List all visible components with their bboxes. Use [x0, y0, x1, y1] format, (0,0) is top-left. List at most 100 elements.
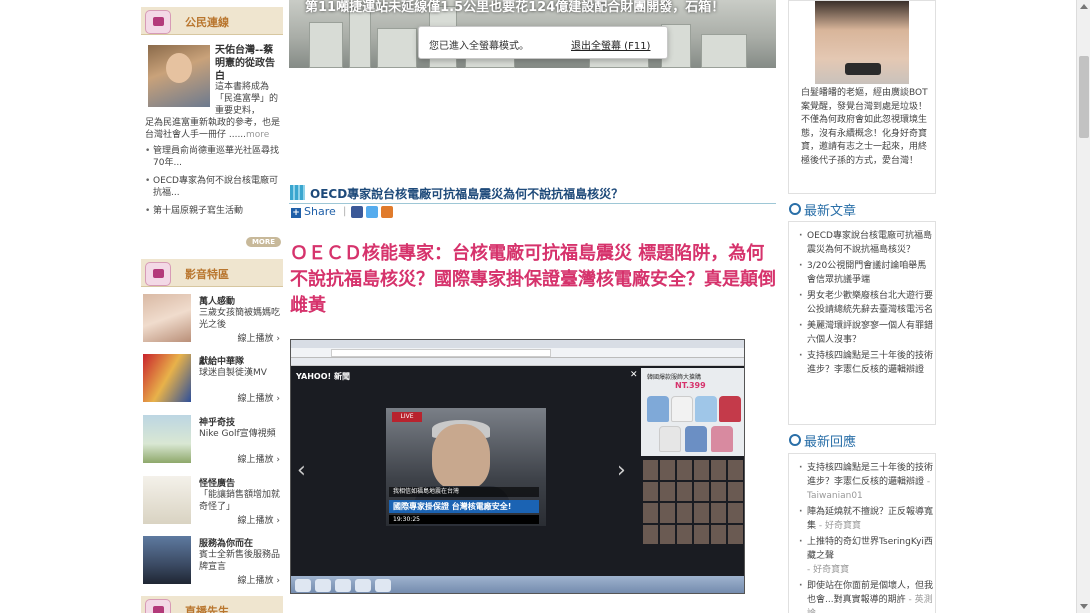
fullscreen-message: 您已進入全螢幕模式。: [429, 41, 529, 52]
banner-caption: 第11噸捷運站未延線僅1.5公里也要花124億建設配合財團開發，石箱！: [305, 0, 725, 15]
list-item[interactable]: 支持核四論點是三十年後的技術進步？李憲仁反核的邏輯辯證 - Taiwanian0…: [799, 461, 933, 503]
video-desc: 球迷自製徙漢MV: [199, 368, 267, 378]
citizen-section-header: 公民連線: [141, 7, 283, 35]
video-thumb-grid: [641, 458, 744, 546]
video-taskbar: [291, 576, 744, 593]
video-desc: 三歲女孩簡被媽媽吃光之後: [199, 308, 281, 330]
plurk-icon[interactable]: [381, 206, 393, 218]
scroll-down-icon[interactable]: [1080, 604, 1088, 609]
scrollbar-thumb[interactable]: [1079, 56, 1089, 138]
list-item[interactable]: OECD專家說台核電廠可抗福島震災為何不說抗福島核災？: [799, 229, 933, 257]
lead-story-excerpt: 這本書將成為「民進富學」的重要史料，: [215, 82, 279, 116]
list-item[interactable]: 美麗灣環評說寥寥一個人有罪錯六個人沒事？: [799, 319, 933, 347]
profile-photo[interactable]: [815, 1, 909, 84]
news-logo-badge: LIVE: [392, 412, 422, 422]
main-content: 第11噸捷運站未延線僅1.5公里也要花124億建設配合財團開發，石箱！ OECD…: [289, 0, 779, 613]
av-section-title: 影音特區: [185, 268, 229, 281]
video-desc: Nike Golf宣傳視頻: [199, 429, 276, 439]
embedded-screenshot-image[interactable]: YAHOO! 新聞 ✕ LIVE 我相信如福島地震在台灣 國際專家掛保證 台灣核…: [290, 339, 745, 594]
right-sidebar: 白髮皤皤的老嫗，經由廣談BOT案覺醒，發覺台灣到處是垃圾！ 不僅為何政府會如此忽…: [788, 0, 936, 613]
ad-text: 韓國爆款服飾大搶購: [647, 374, 702, 381]
play-link[interactable]: 線上播放 ›: [238, 513, 280, 526]
latest-replies-list: 支持核四論點是三十年後的技術進步？李憲仁反核的邏輯辯證 - Taiwanian0…: [799, 461, 933, 613]
video-item[interactable]: 萬人感動 三歲女孩簡被媽媽吃光之後 線上播放 ›: [141, 292, 283, 350]
video-item[interactable]: 怪怪廣告 「能讓銷售額增加就奇怪了」 線上播放 ›: [141, 474, 283, 532]
video-subtitle: 我相信如福島地震在台灣: [389, 487, 539, 497]
live-section-header: 直播先生: [141, 596, 283, 613]
vertical-scrollbar[interactable]: [1076, 0, 1090, 613]
facebook-icon[interactable]: [351, 206, 363, 218]
fullscreen-notice: 您已進入全螢幕模式。 退出全螢幕 (F11): [418, 26, 668, 59]
video-thumbnail[interactable]: [143, 294, 191, 342]
video-title[interactable]: 獻給中華隊: [199, 354, 244, 367]
share-button[interactable]: + Share: [291, 205, 336, 218]
post-title-bar: OECD專家說台核電廠可抗福島震災為何不說抗福島核災？: [289, 182, 776, 204]
scroll-up-icon[interactable]: [1080, 4, 1088, 9]
video-time: 19:30:25: [389, 515, 539, 524]
list-item[interactable]: 上推特的奇幻世界TseringKyi西藏之聲 - 好奇寶寶: [799, 535, 933, 577]
close-icon[interactable]: ✕: [630, 370, 638, 380]
latest-replies-box: 支持核四論點是三十年後的技術進步？李憲仁反核的邏輯辯證 - Taiwanian0…: [788, 453, 936, 613]
video-title[interactable]: 怪怪廣告: [199, 476, 235, 489]
video-browser-tabs: [291, 340, 744, 348]
list-item[interactable]: 支持核四論點是三十年後的技術進步？李憲仁反核的邏輯辯證: [799, 349, 933, 377]
list-item[interactable]: 第十屆原親子寫生活動: [145, 205, 281, 217]
exit-fullscreen-link[interactable]: 退出全螢幕 (F11): [571, 37, 650, 52]
video-thumbnail[interactable]: [143, 354, 191, 402]
divider: |: [343, 206, 347, 217]
video-title[interactable]: 神乎奇技: [199, 415, 235, 428]
video-item[interactable]: 神乎奇技 Nike Golf宣傳視頻 線上播放 ›: [141, 413, 283, 471]
list-item[interactable]: 陣為延燒就不擅說？正反報導寬集 - 好奇寶寶: [799, 505, 933, 533]
twitter-icon[interactable]: [366, 206, 378, 218]
list-item[interactable]: 男女老少歡樂廢核台北大遊行要公投請總統先辭去臺灣核電污名: [799, 289, 933, 317]
post-title[interactable]: OECD專家說台核電廠可抗福島震災為何不說抗福島核災？: [310, 185, 623, 202]
video-title[interactable]: 萬人感動: [199, 294, 235, 307]
video-desc: 賓士全新售後服務品牌宣言: [199, 550, 281, 572]
latest-articles-title: 最新文章: [804, 204, 857, 219]
latest-articles-box: OECD專家說台核電廠可抗福島震災為何不說抗福島核災？ 3/20公視開門會議討論…: [788, 221, 936, 425]
lead-story-title[interactable]: 天佑台灣--蔡明憲的從政告白: [215, 44, 281, 83]
list-item[interactable]: 即使站在你面前是個壞人，但我也會...對真實報導的期許 - 英測論: [799, 579, 933, 613]
video-headline: 國際專家掛保證 台灣核電廠安全!: [389, 500, 539, 513]
post-title-icon: [290, 185, 305, 200]
yahoo-logo: YAHOO! 新聞: [296, 372, 350, 381]
list-item[interactable]: OECD專家為何不說台核電廠可抗福...: [145, 175, 281, 199]
video-item[interactable]: 獻給中華隊 球迷自製徙漢MV 線上播放 ›: [141, 352, 283, 410]
list-item[interactable]: 3/20公視開門會議討論咱舉馬會信眾抗議爭端: [799, 259, 933, 287]
av-section-header: 影音特區: [141, 259, 283, 287]
video-item[interactable]: 服務為你而在 賓士全新售後服務品牌宣言 線上播放 ›: [141, 534, 283, 592]
plus-icon: +: [291, 208, 301, 218]
list-item[interactable]: 管理員俞尚德重巡華光社區尋找70年...: [145, 145, 281, 169]
video-thumbnail[interactable]: [143, 536, 191, 584]
video-side-ad[interactable]: 韓國爆款服飾大搶購 NT.399: [641, 368, 744, 456]
circle-icon: [789, 434, 801, 446]
play-link[interactable]: 線上播放 ›: [238, 452, 280, 465]
citizen-news-list: 管理員俞尚德重巡華光社區尋找70年... OECD專家為何不說台核電廠可抗福..…: [145, 145, 281, 223]
live-section-icon: [145, 599, 171, 613]
chevron-right-icon[interactable]: ›: [617, 458, 626, 483]
video-address-bar: [291, 348, 744, 358]
citizen-more-button[interactable]: MORE: [246, 237, 281, 247]
lead-story-excerpt-cont: 足為民進富重新執政的參考，也是台灣社會人手一冊仔 ......more: [145, 117, 283, 141]
video-desc: 「能讓銷售額增加就奇怪了」: [199, 490, 281, 512]
video-title[interactable]: 服務為你而在: [199, 536, 253, 549]
video-thumbnail[interactable]: [143, 476, 191, 524]
left-sidebar: 公民連線 天佑台灣--蔡明憲的從政告白 這本書將成為「民進富學」的重要史料， 足…: [141, 0, 283, 613]
lead-story-more-link[interactable]: more: [246, 130, 269, 140]
profile-description: 白髮皤皤的老嫗，經由廣談BOT案覺醒，發覺台灣到處是垃圾！ 不僅為何政府會如此忽…: [801, 88, 928, 166]
play-link[interactable]: 線上播放 ›: [238, 331, 280, 344]
lead-story-image[interactable]: [148, 45, 210, 107]
profile-box: 白髮皤皤的老嫗，經由廣談BOT案覺醒，發覺台灣到處是垃圾！ 不僅為何政府會如此忽…: [788, 0, 936, 194]
latest-articles-list: OECD專家說台核電廠可抗福島震災為何不說抗福島核災？ 3/20公視開門會議討論…: [799, 229, 933, 379]
chevron-left-icon[interactable]: ‹: [297, 458, 306, 483]
live-section-title: 直播先生: [185, 605, 229, 613]
play-link[interactable]: 線上播放 ›: [238, 391, 280, 404]
play-link[interactable]: 線上播放 ›: [238, 573, 280, 586]
video-thumbnail[interactable]: [143, 415, 191, 463]
latest-replies-title: 最新回應: [804, 435, 857, 450]
tv-icon: [145, 262, 171, 286]
video-bookmarks-bar: [291, 358, 744, 366]
citizen-section-icon: [145, 10, 171, 34]
circle-icon: [789, 203, 801, 215]
citizen-section-title: 公民連線: [185, 16, 229, 29]
